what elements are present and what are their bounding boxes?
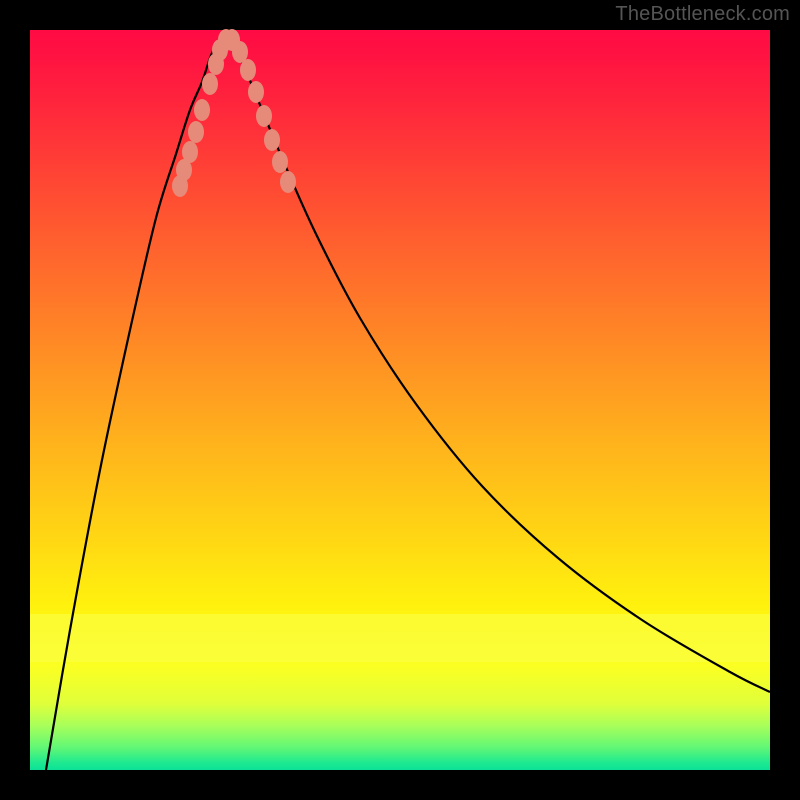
highlight-dot xyxy=(280,171,296,193)
highlight-dot xyxy=(194,99,210,121)
highlight-dot xyxy=(202,73,218,95)
highlight-dot xyxy=(256,105,272,127)
curve-group xyxy=(46,40,770,770)
highlight-dot xyxy=(182,141,198,163)
highlight-dot xyxy=(272,151,288,173)
curve-right-branch xyxy=(230,40,770,692)
highlight-dot xyxy=(264,129,280,151)
watermark-text: TheBottleneck.com xyxy=(615,3,790,26)
highlight-dots xyxy=(172,29,296,197)
highlight-dot xyxy=(248,81,264,103)
highlight-dot xyxy=(240,59,256,81)
chart-frame: TheBottleneck.com xyxy=(0,0,800,800)
chart-svg xyxy=(30,30,770,770)
highlight-dot xyxy=(188,121,204,143)
